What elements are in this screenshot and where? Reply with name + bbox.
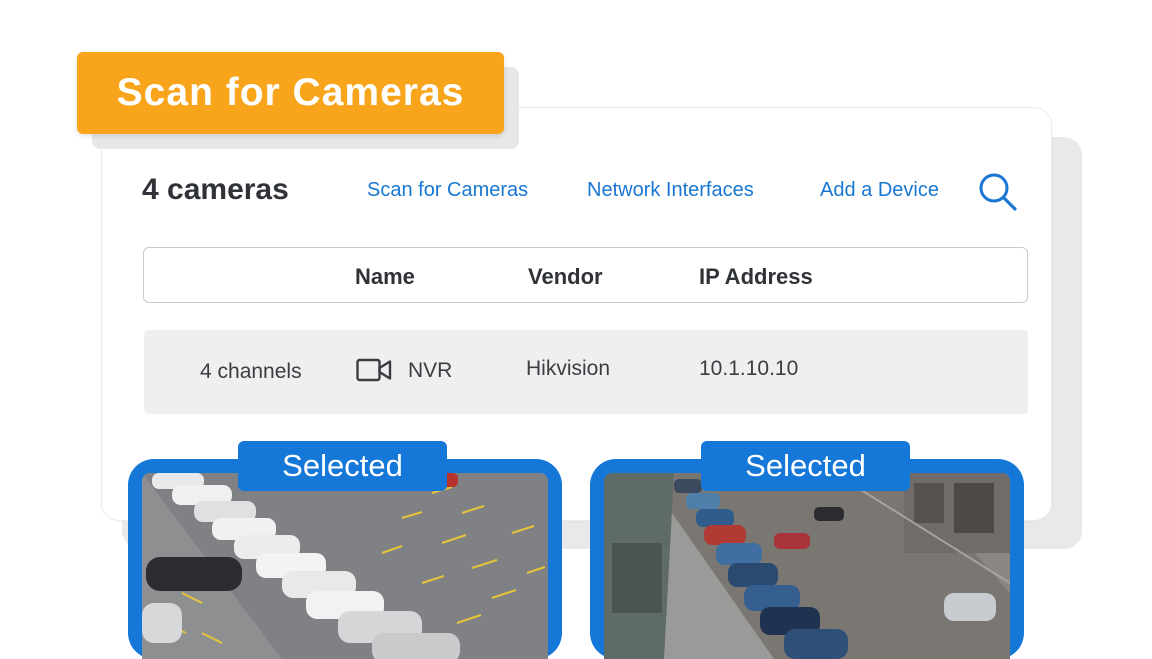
camera-feed-parking-lot bbox=[142, 473, 548, 659]
search-icon bbox=[979, 173, 1017, 211]
selected-badge: Selected bbox=[238, 441, 447, 491]
table-row[interactable]: 4 channels NVR Hikvision 10.1.10.10 bbox=[144, 330, 1028, 414]
camera-feed-street bbox=[604, 473, 1010, 659]
column-header-ip-address: IP Address bbox=[699, 264, 813, 289]
column-header-name: Name bbox=[355, 264, 415, 289]
page-title: Scan for Cameras bbox=[116, 71, 465, 114]
search-button[interactable] bbox=[977, 171, 1019, 213]
video-camera-icon bbox=[356, 358, 392, 382]
camera-count: 4 cameras bbox=[142, 173, 289, 206]
add-device-link[interactable]: Add a Device bbox=[820, 179, 939, 202]
scan-for-cameras-link[interactable]: Scan for Cameras bbox=[367, 179, 528, 202]
channels-count: 4 channels bbox=[200, 360, 302, 383]
column-header-vendor: Vendor bbox=[528, 264, 603, 289]
title-badge: Scan for Cameras bbox=[77, 52, 504, 134]
table-header: Name Vendor IP Address bbox=[143, 247, 1028, 303]
selected-badge: Selected bbox=[701, 441, 910, 491]
device-vendor: Hikvision bbox=[526, 357, 611, 380]
device-name: NVR bbox=[408, 359, 453, 382]
device-ip-address: 10.1.10.10 bbox=[699, 357, 799, 380]
network-interfaces-link[interactable]: Network Interfaces bbox=[587, 179, 754, 202]
